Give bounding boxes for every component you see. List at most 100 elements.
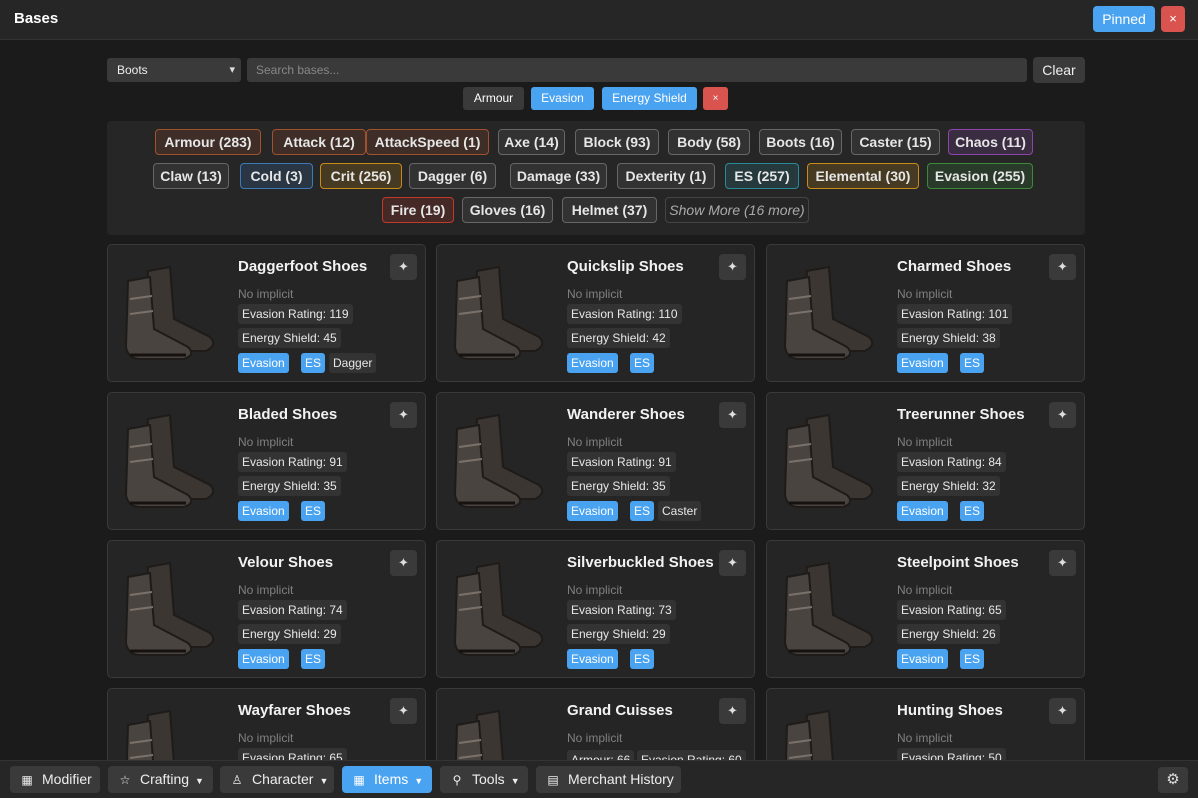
item-stat: Evasion Rating: 91: [567, 452, 676, 472]
tag-filter[interactable]: Armour (283): [155, 129, 261, 155]
filter-chip[interactable]: Armour: [463, 87, 524, 110]
tag-filter[interactable]: Chaos (11): [948, 129, 1033, 155]
item-implicit: No implicit: [238, 583, 294, 597]
nav-modifier-button[interactable]: ▦ Modifier: [10, 766, 100, 793]
item-name: Silverbuckled Shoes: [567, 554, 714, 571]
tag-filter[interactable]: Crit (256): [320, 163, 402, 189]
sparkle-icon[interactable]: ✦: [390, 550, 417, 576]
tag-filter[interactable]: Axe (14): [498, 129, 565, 155]
sparkle-icon[interactable]: ✦: [1049, 402, 1076, 428]
clear-filters-button[interactable]: ×: [703, 87, 728, 110]
sparkle-icon[interactable]: ✦: [390, 402, 417, 428]
nav-items-button[interactable]: ▦ Items ▼: [342, 766, 432, 793]
sparkle-icon[interactable]: ✦: [719, 550, 746, 576]
sparkle-icon[interactable]: ✦: [719, 698, 746, 724]
tag-filter[interactable]: Dexterity (1): [617, 163, 715, 189]
item-card[interactable]: Bladed Shoes ✦ No implicit Evasion Rating: …: [107, 392, 426, 530]
item-stat: Evasion Rating: 110: [567, 304, 682, 324]
sparkle-icon[interactable]: ✦: [1049, 550, 1076, 576]
sparkle-icon[interactable]: ✦: [1049, 254, 1076, 280]
tag-filter[interactable]: Damage (33): [510, 163, 607, 189]
filter-chip[interactable]: Energy Shield: [602, 87, 697, 110]
item-tag: Dagger: [329, 353, 377, 373]
item-tag: ES: [960, 353, 985, 373]
item-tag: Evasion: [238, 501, 289, 521]
filter-chip[interactable]: Evasion: [531, 87, 594, 110]
item-tag: ES: [630, 501, 655, 521]
item-implicit: No implicit: [567, 583, 623, 597]
tag-filter[interactable]: Elemental (30): [807, 163, 919, 189]
item-tag: Evasion: [238, 649, 289, 669]
tag-filter[interactable]: Helmet (37): [562, 197, 657, 223]
tag-filter[interactable]: Cold (3): [240, 163, 313, 189]
caret-down-icon: ▼: [510, 776, 520, 786]
item-name: Charmed Shoes: [897, 258, 1012, 275]
item-name: Steelpoint Shoes: [897, 554, 1019, 571]
item-image: [118, 555, 223, 665]
show-more-button[interactable]: Show More (16 more): [665, 197, 809, 223]
item-stat: Energy Shield: 26: [897, 624, 1000, 644]
item-stat: Evasion Rating: 84: [897, 452, 1006, 472]
caret-down-icon: ▼: [319, 776, 329, 786]
sparkle-icon[interactable]: ✦: [390, 698, 417, 724]
nav-character-button[interactable]: ♙ Character ▼: [220, 766, 334, 793]
tag-filter[interactable]: Attack (12): [272, 129, 366, 155]
item-stat: Energy Shield: 42: [567, 328, 670, 348]
pinned-button[interactable]: Pinned: [1093, 6, 1155, 32]
tag-filter[interactable]: Fire (19): [382, 197, 454, 223]
item-tag: Evasion: [897, 649, 948, 669]
item-card[interactable]: Wanderer Shoes ✦ No implicit Evasion Rating…: [436, 392, 755, 530]
item-tag: Evasion: [238, 353, 289, 373]
window-title: Bases: [14, 10, 59, 27]
category-select[interactable]: Boots ▾: [107, 58, 241, 82]
item-card[interactable]: Quickslip Shoes ✦ No implicit Evasion Ratin…: [436, 244, 755, 382]
item-stat: Evasion Rating: 101: [897, 304, 1013, 324]
nav-crafting-button[interactable]: ☆ Crafting ▼: [108, 766, 213, 793]
item-implicit: No implicit: [897, 435, 953, 449]
tag-filter[interactable]: Evasion (255): [927, 163, 1033, 189]
item-stat: Energy Shield: 29: [238, 624, 341, 644]
chevron-down-icon: ▾: [229, 64, 235, 76]
tag-filter[interactable]: Gloves (16): [462, 197, 553, 223]
item-implicit: No implicit: [567, 287, 623, 301]
nav-merchant-history-button[interactable]: ▤ Merchant History: [536, 766, 681, 793]
item-tag: ES: [960, 501, 985, 521]
nav-tools-button[interactable]: ⚲ Tools ▼: [440, 766, 528, 793]
search-input[interactable]: Search bases...: [247, 58, 1027, 82]
sparkle-icon[interactable]: ✦: [719, 402, 746, 428]
sparkle-icon[interactable]: ✦: [719, 254, 746, 280]
clear-button[interactable]: Clear: [1033, 57, 1085, 83]
item-card[interactable]: Silverbuckled Shoes ✦ No implicit Evasion R…: [436, 540, 755, 678]
item-name: Grand Cuisses: [567, 702, 673, 719]
item-stat: Energy Shield: 29: [567, 624, 670, 644]
item-card[interactable]: Velour Shoes ✦ No implicit Evasion Rating: …: [107, 540, 426, 678]
item-implicit: No implicit: [238, 287, 294, 301]
tag-filter[interactable]: Body (58): [668, 129, 750, 155]
caret-down-icon: ▼: [195, 776, 204, 786]
item-card[interactable]: Treerunner Shoes ✦ No implicit Evasion Rati…: [766, 392, 1085, 530]
sparkle-icon[interactable]: ✦: [390, 254, 417, 280]
item-stat: Evasion Rating: 91: [238, 452, 347, 472]
item-name: Quickslip Shoes: [567, 258, 684, 275]
item-implicit: No implicit: [897, 287, 953, 301]
nav-label: Merchant History: [568, 771, 674, 787]
gear-icon[interactable]: ⚙: [1158, 767, 1188, 793]
sparkle-icon[interactable]: ✦: [1049, 698, 1076, 724]
tag-filter[interactable]: Block (93): [575, 129, 659, 155]
star-icon: ☆: [119, 773, 131, 787]
item-implicit: No implicit: [238, 731, 294, 745]
tag-filter[interactable]: Boots (16): [759, 129, 842, 155]
item-card[interactable]: Daggerfoot Shoes ✦ No implicit Evasion Rati…: [107, 244, 426, 382]
tag-filter[interactable]: Caster (15): [851, 129, 940, 155]
item-stat: Energy Shield: 38: [897, 328, 1000, 348]
tag-filter[interactable]: AttackSpeed (1): [366, 129, 489, 155]
tag-filter[interactable]: Dagger (6): [409, 163, 496, 189]
close-button[interactable]: ×: [1161, 6, 1185, 32]
item-card[interactable]: Steelpoint Shoes ✦ No implicit Evasion Rati…: [766, 540, 1085, 678]
tag-filter[interactable]: Claw (13): [153, 163, 229, 189]
item-tag: Evasion: [897, 501, 948, 521]
item-card[interactable]: Charmed Shoes ✦ No implicit Evasion Rating:…: [766, 244, 1085, 382]
tag-filter[interactable]: ES (257): [725, 163, 799, 189]
item-stat: Evasion Rating: 74: [238, 600, 347, 620]
table-icon: ▤: [547, 773, 559, 787]
